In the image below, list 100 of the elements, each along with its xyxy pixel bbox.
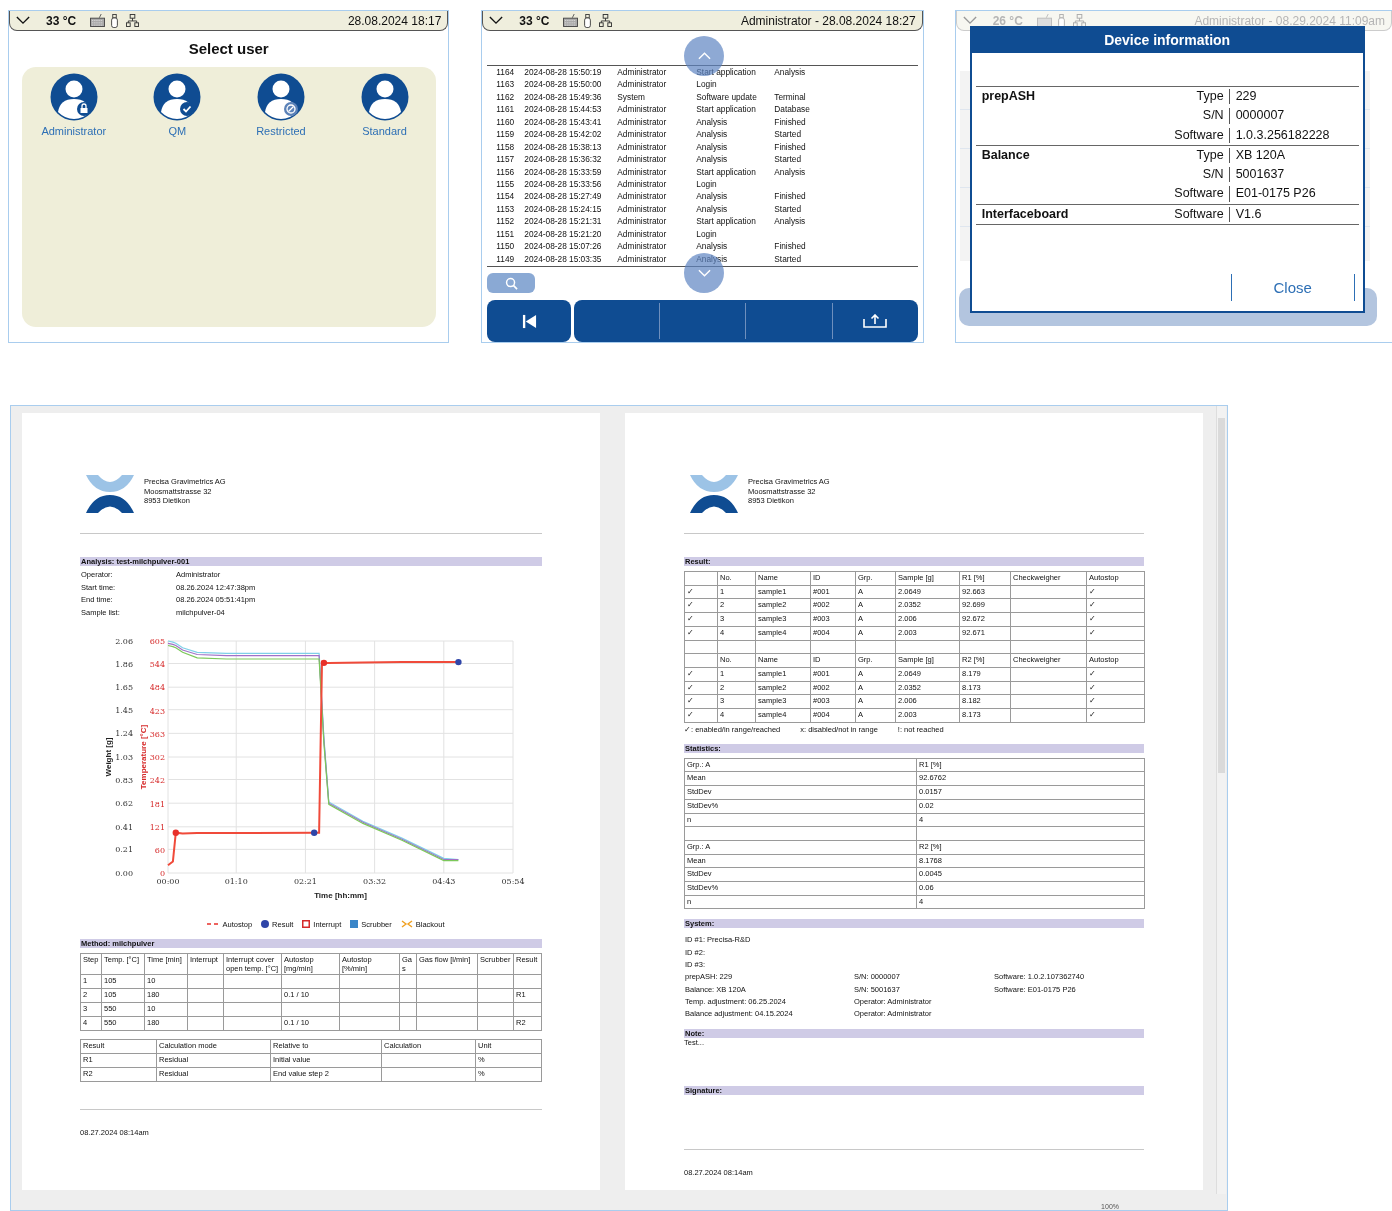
y-tick-label: 2.06 — [115, 637, 133, 646]
log-event: Analysis — [696, 140, 729, 154]
y-tick-label: 181 — [149, 799, 165, 809]
log-number: 1158 — [496, 140, 516, 154]
log-timestamp: 2024-08-28 15:24:15 — [524, 202, 603, 216]
log-number: 1161 — [496, 103, 516, 116]
log-detail: Finished — [774, 115, 807, 129]
log-detail: Database — [774, 103, 811, 116]
y-tick-label: 0.21 — [115, 845, 133, 855]
y-tick-label: 0.41 — [115, 822, 133, 832]
field-value: XB 120A — [1228, 147, 1359, 164]
log-number: 1149 — [496, 252, 516, 265]
log-user: Administrator — [617, 128, 668, 141]
device-name: Balance — [980, 146, 1031, 164]
log-timestamp: 2024-08-28 15:33:59 — [524, 165, 603, 178]
y-axis-label: Weight [g] — [104, 737, 113, 777]
log-detail: Finished — [774, 140, 807, 154]
log-timestamp: 2024-08-28 15:50:00 — [524, 78, 603, 91]
close-button[interactable]: Close — [1230, 274, 1355, 301]
log-event: Login — [696, 177, 718, 191]
log-number: 1157 — [496, 153, 516, 166]
y-tick-label: 0.00 — [115, 869, 133, 878]
field-label: Type — [1195, 88, 1225, 105]
field-label: S/N — [1201, 107, 1225, 125]
field-label: Type — [1195, 146, 1225, 164]
x-tick-label: 05:54 — [501, 877, 525, 886]
dialog-title: Device information — [971, 28, 1363, 53]
log-number: 1151 — [496, 227, 516, 241]
log-timestamp: 2024-08-28 15:43:41 — [524, 115, 603, 129]
log-number: 1164 — [496, 66, 516, 79]
device-name: prepASH — [980, 88, 1037, 105]
log-user: Administrator — [617, 153, 668, 166]
log-event: Software update — [696, 90, 758, 104]
log-detail: Started — [774, 153, 803, 166]
user-name[interactable]: Restricted — [256, 125, 306, 137]
log-detail: Analysis — [774, 66, 807, 79]
log-number: 1155 — [496, 177, 516, 191]
log-number: 1162 — [496, 90, 516, 104]
field-value: 0000007 — [1228, 108, 1359, 124]
log-event: Start application — [696, 103, 757, 116]
log-detail: Started — [774, 252, 803, 265]
field-value: 5001637 — [1228, 167, 1359, 183]
y-tick-label: 363 — [149, 729, 165, 739]
y-tick-label: 484 — [149, 683, 165, 693]
date-time: Administrator - 08.29.2024 11:09am — [1194, 13, 1385, 28]
log-event: Analysis — [696, 240, 729, 253]
user-name[interactable]: QM — [168, 125, 187, 137]
log-timestamp: 2024-08-28 15:03:35 — [524, 252, 603, 265]
log-event: Login — [696, 227, 718, 241]
y-tick-label: 121 — [149, 822, 165, 832]
y-tick-label: 1.03 — [115, 753, 133, 762]
log-user: Administrator — [617, 227, 668, 241]
log-detail: Started — [774, 202, 803, 216]
log-user: Administrator — [617, 190, 668, 203]
log-number: 1153 — [496, 202, 516, 216]
log-detail: Terminal — [774, 90, 807, 104]
y-tick-label: 302 — [149, 753, 165, 763]
y-tick-label: 605 — [149, 637, 165, 646]
log-event: Analysis — [696, 190, 729, 203]
log-timestamp: 2024-08-28 15:21:20 — [524, 227, 603, 241]
log-user: Administrator — [617, 66, 668, 79]
y-tick-label: 423 — [149, 706, 165, 716]
log-timestamp: 2024-08-28 15:33:56 — [524, 177, 603, 191]
log-user: Administrator — [617, 103, 668, 116]
log-user: Administrator — [617, 252, 668, 265]
y-tick-label: 544 — [149, 660, 165, 670]
log-timestamp: 2024-08-28 15:42:02 — [524, 128, 603, 141]
field-value: 1.0.3.256182228 — [1228, 127, 1359, 143]
log-user: System — [617, 90, 646, 104]
field-value: E01-0175 P26 — [1228, 186, 1359, 202]
log-timestamp: 2024-08-28 15:50:19 — [524, 66, 603, 79]
log-user: Administrator — [617, 177, 668, 191]
user-name[interactable]: Standard — [362, 125, 407, 137]
log-number: 1150 — [496, 240, 516, 253]
log-timestamp: 2024-08-28 15:21:31 — [524, 215, 603, 228]
log-timestamp: 2024-08-28 15:07:26 — [524, 240, 603, 253]
user-name[interactable]: Administrator — [41, 125, 107, 137]
x-tick-label: 01:10 — [224, 877, 248, 886]
log-number: 1163 — [496, 78, 516, 91]
y-axis-label: Temperature [°C] — [139, 724, 148, 790]
log-detail: Finished — [774, 240, 807, 253]
y-tick-label: 0 — [159, 869, 165, 878]
log-detail: Analysis — [774, 165, 807, 178]
x-tick-label: 04:43 — [432, 877, 456, 886]
y-tick-label: 60 — [154, 846, 165, 855]
log-event: Start application — [696, 165, 757, 178]
log-event: Start application — [696, 215, 757, 228]
temperature-reading: 33 °C — [519, 13, 550, 28]
x-axis-label: Time [hh:mm] — [314, 891, 367, 900]
log-timestamp: 2024-08-28 15:27:49 — [524, 190, 603, 203]
log-user: Administrator — [617, 115, 668, 129]
log-event: Analysis — [696, 115, 729, 129]
log-timestamp: 2024-08-28 15:49:36 — [524, 90, 603, 104]
log-number: 1154 — [496, 190, 516, 203]
x-tick-label: 02:21 — [293, 877, 317, 886]
log-user: Administrator — [617, 140, 668, 154]
y-tick-label: 1.24 — [115, 729, 133, 739]
x-tick-label: 03:32 — [363, 877, 387, 886]
y-tick-label: 0.83 — [115, 775, 133, 785]
log-event: Start application — [696, 66, 757, 79]
